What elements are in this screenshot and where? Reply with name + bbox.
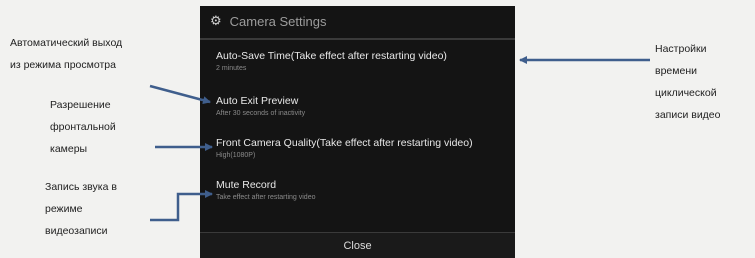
arrow-mute-record xyxy=(150,190,213,222)
arrow-auto-exit xyxy=(149,84,211,105)
annotation-arrows xyxy=(149,56,650,222)
